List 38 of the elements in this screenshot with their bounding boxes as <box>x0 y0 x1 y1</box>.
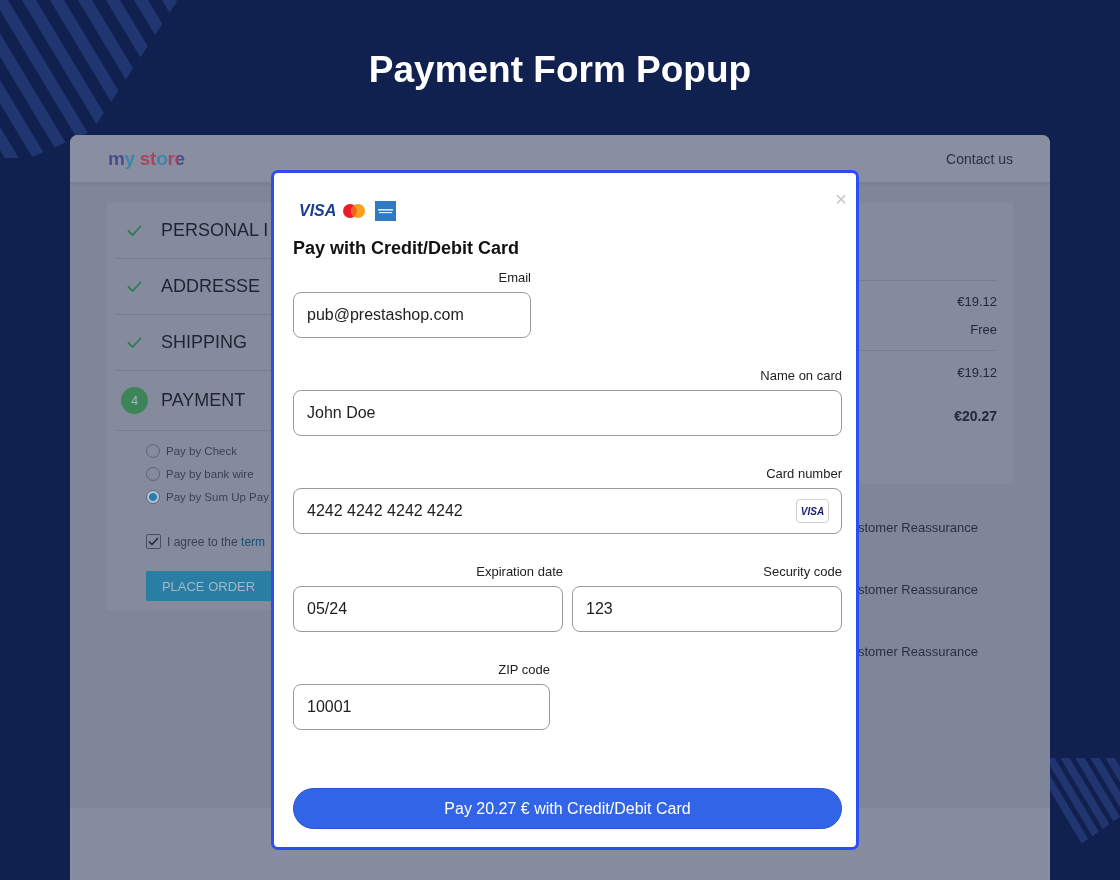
step-title[interactable]: ADDRESSE <box>161 276 261 297</box>
card-logo-icon <box>375 201 397 221</box>
field-label: ZIP code <box>498 662 550 678</box>
total-value: €20.27 <box>953 407 997 426</box>
expiry-date-field[interactable]: 05/24 <box>293 586 563 632</box>
contact-link[interactable]: Contact us <box>946 150 1013 167</box>
security-code-field[interactable]: 123 <box>572 586 842 632</box>
email-field[interactable]: pub@prestashop.com <box>293 292 531 338</box>
field-label: Email <box>498 270 531 286</box>
dialog-title: Pay with Credit/Debit Card <box>293 237 521 260</box>
visa-logo: VISA <box>299 203 337 219</box>
reassurance-text: stomer Reassurance <box>858 519 979 537</box>
name-field[interactable]: John Doe <box>293 390 842 436</box>
field-label: Expiration date <box>476 564 563 580</box>
payment-option-label[interactable]: Pay by Check <box>166 444 237 457</box>
payment-option-label[interactable]: Pay by Sum Up Pay <box>166 490 269 503</box>
step-title[interactable]: PERSONAL I <box>161 220 269 241</box>
summary-value: €19.12 <box>956 293 997 311</box>
page-title: Payment Form Popup <box>368 49 752 90</box>
field-label: Card number <box>766 466 842 482</box>
field-label: Name on card <box>760 368 842 384</box>
payment-option-label[interactable]: Pay by bank wire <box>166 467 254 480</box>
subtotal-value: €19.12 <box>956 364 997 382</box>
checkbox[interactable] <box>146 534 161 549</box>
summary-value: Free <box>969 321 997 339</box>
step-title[interactable]: SHIPPING <box>161 332 248 353</box>
pay-button[interactable]: Pay 20.27 € with Credit/Debit Card <box>293 788 842 829</box>
card-brand-badge: VISA <box>796 499 829 523</box>
terms-text: I agree to the term <box>167 534 266 549</box>
card-logo-icon <box>343 204 366 218</box>
reassurance-text: stomer Reassurance <box>858 581 979 599</box>
step-title[interactable]: PAYMENT <box>161 390 246 411</box>
terms-link[interactable]: term <box>241 534 266 549</box>
radio-button[interactable] <box>146 489 160 504</box>
reassurance-text: stomer Reassurance <box>858 643 979 661</box>
zip-code-field[interactable]: 10001 <box>293 684 550 730</box>
field-label: Security code <box>763 564 842 580</box>
step-number-badge: 4 <box>121 387 148 414</box>
